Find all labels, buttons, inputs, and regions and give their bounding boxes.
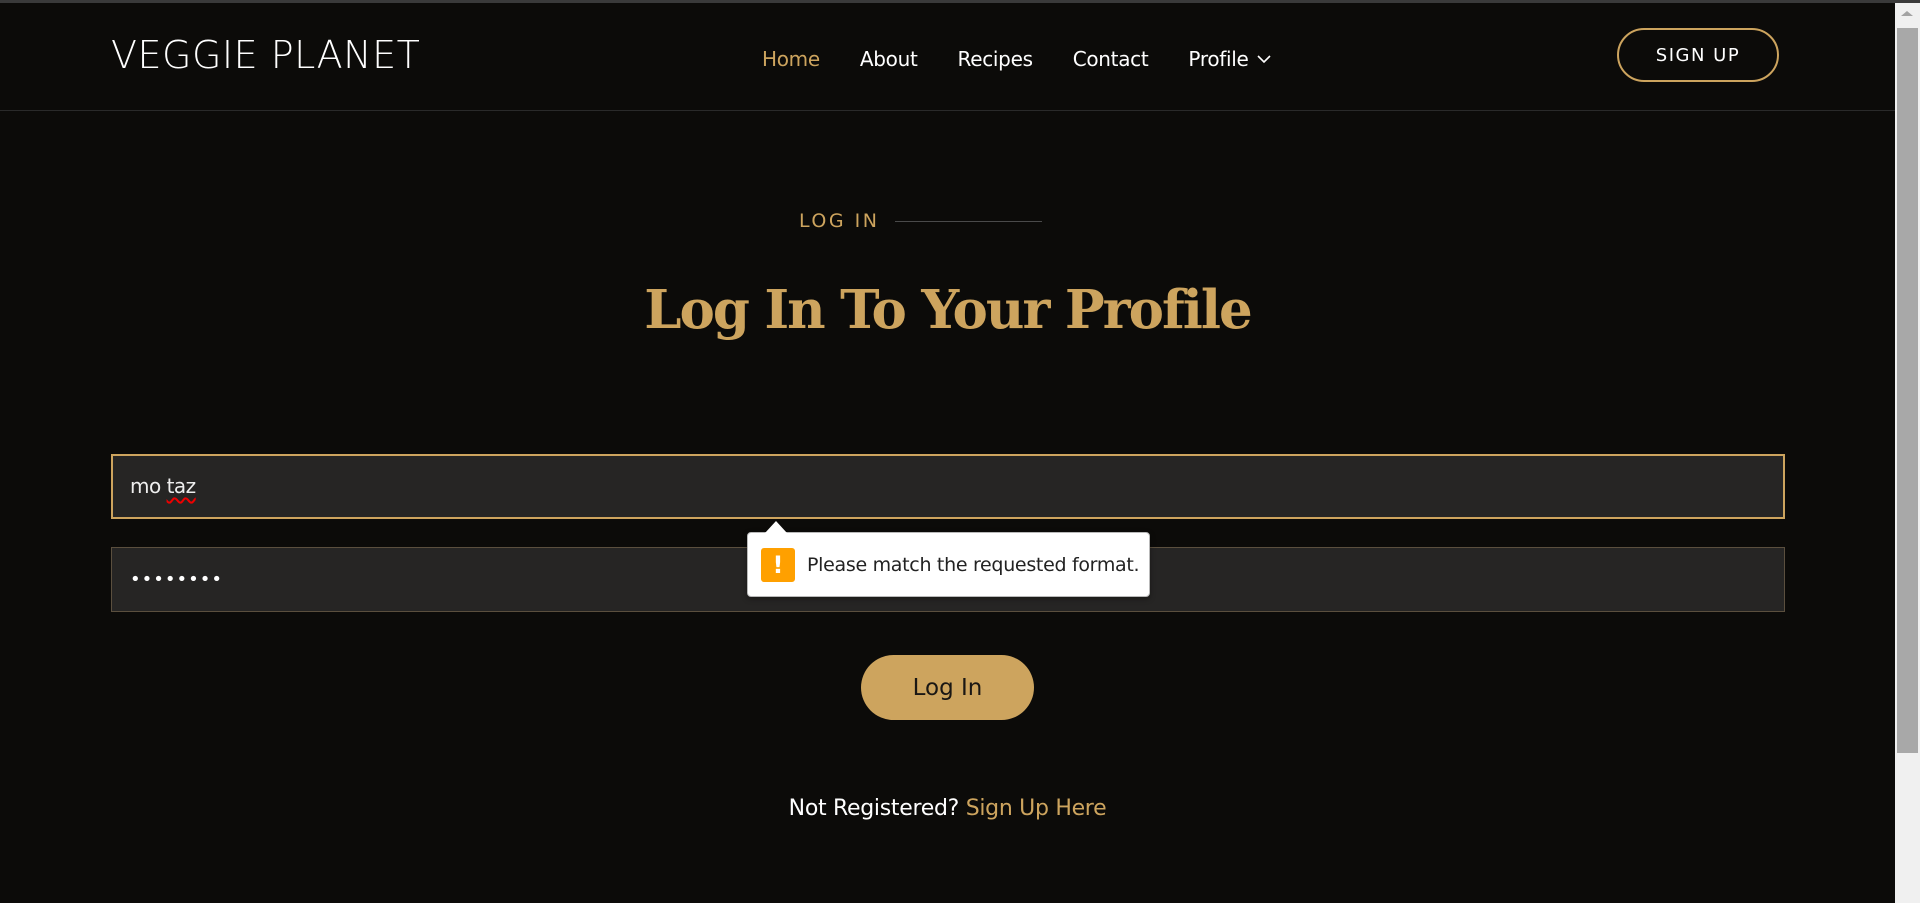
nav-contact[interactable]: Contact <box>1073 45 1149 73</box>
page: VEGGIE PLANET Home About Recipes Contact… <box>0 3 1895 903</box>
tooltip-arrow <box>765 521 787 533</box>
register-question: Not Registered? <box>788 796 966 821</box>
main-nav: Home About Recipes Contact Profile <box>762 45 1271 73</box>
validation-message: Please match the requested format. <box>807 553 1140 576</box>
site-logo[interactable]: VEGGIE PLANET <box>111 32 420 78</box>
nav-home[interactable]: Home <box>762 45 820 73</box>
nav-recipes[interactable]: Recipes <box>958 45 1033 73</box>
vertical-scrollbar[interactable] <box>1895 3 1920 903</box>
password-masked-value: •••••••• <box>130 569 223 590</box>
section-tag-divider <box>895 220 1043 222</box>
scroll-up-arrow-icon[interactable] <box>1901 11 1913 16</box>
section-tag-label: LOG IN <box>799 210 880 232</box>
chevron-down-icon <box>1256 55 1271 64</box>
nav-profile-label: Profile <box>1188 47 1249 71</box>
scrollbar-thumb[interactable] <box>1897 28 1918 753</box>
nav-about[interactable]: About <box>860 45 918 73</box>
page-title: Log In To Your Profile <box>644 279 1252 341</box>
log-in-button[interactable]: Log In <box>861 655 1034 720</box>
validation-tooltip: ! Please match the requested format. <box>747 521 1150 597</box>
site-header: VEGGIE PLANET Home About Recipes Contact… <box>0 3 1895 111</box>
section-tag: LOG IN <box>799 210 1043 232</box>
nav-profile-dropdown[interactable]: Profile <box>1188 45 1271 73</box>
username-input[interactable] <box>111 454 1785 519</box>
warning-icon: ! <box>761 547 795 582</box>
register-prompt: Not Registered? Sign Up Here <box>0 796 1895 821</box>
sign-up-button[interactable]: SIGN UP <box>1617 28 1779 82</box>
sign-up-here-link[interactable]: Sign Up Here <box>966 796 1107 821</box>
